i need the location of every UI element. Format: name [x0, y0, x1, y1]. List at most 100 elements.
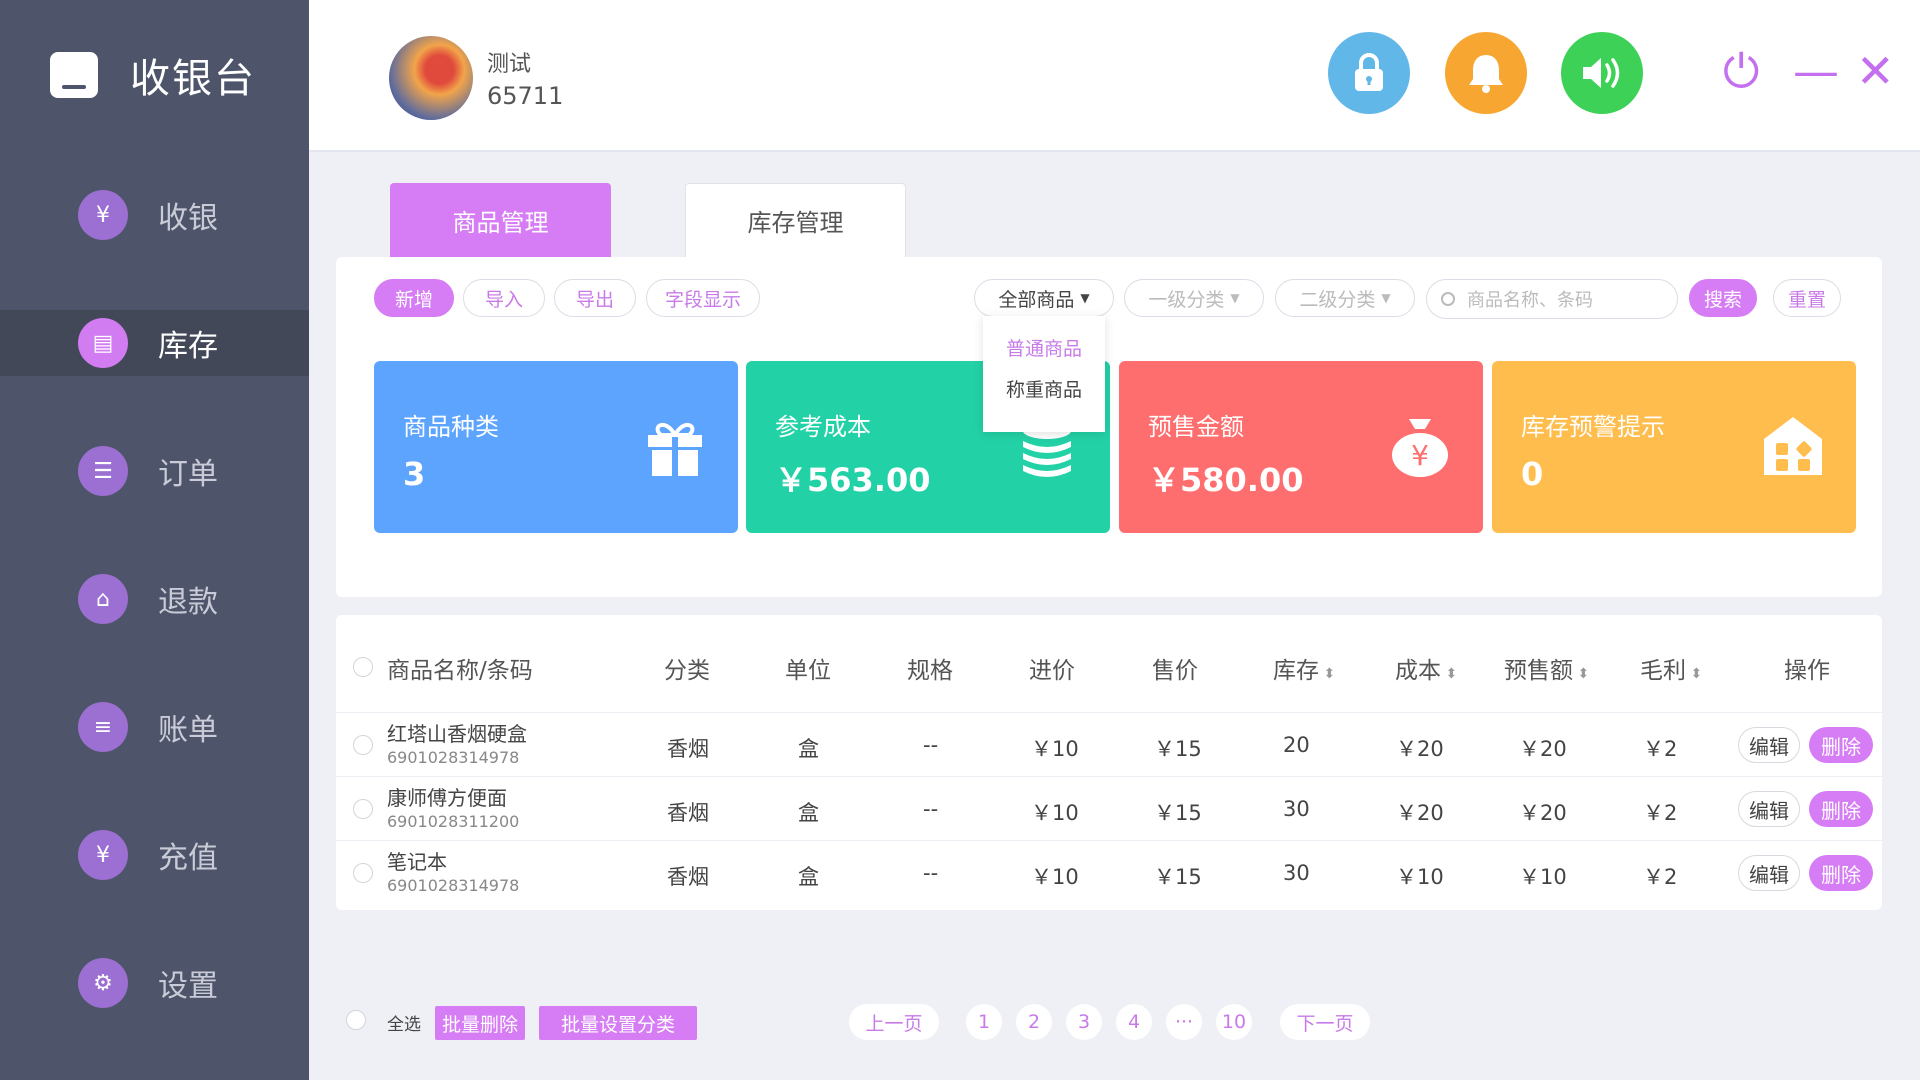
stat-label: 参考成本 — [775, 413, 871, 441]
tab-product-management[interactable]: 商品管理 — [390, 183, 611, 257]
brand: 收银台 — [50, 46, 256, 104]
clipboard-icon: ☰ — [78, 446, 128, 496]
page-button[interactable]: 2 — [1016, 1004, 1052, 1040]
col-header-profit[interactable]: 毛利 — [1640, 651, 1702, 685]
cell-presale: ￥20 — [1519, 801, 1567, 825]
export-button[interactable]: 导出 — [554, 279, 636, 317]
power-icon[interactable]: ⏻ — [1723, 44, 1759, 100]
cell-cost: ￥20 — [1396, 801, 1444, 825]
batch-delete-button[interactable]: 批量删除 — [435, 1006, 525, 1040]
sidebar-item-bills[interactable]: ≡ 账单 — [0, 694, 309, 760]
col-header-category: 分类 — [664, 658, 710, 684]
filter-cat2-label: 二级分类 — [1299, 288, 1376, 311]
sidebar-item-recharge[interactable]: ¥ 充值 — [0, 822, 309, 888]
sidebar-item-label: 库存 — [158, 329, 218, 364]
recharge-icon: ¥ — [78, 830, 128, 880]
delete-button[interactable]: 删除 — [1809, 855, 1873, 891]
page-button[interactable]: 1 — [966, 1004, 1002, 1040]
add-button[interactable]: 新增 — [374, 279, 454, 317]
row-checkbox[interactable] — [353, 735, 373, 755]
sidebar-item-label: 充值 — [158, 841, 218, 876]
product-name: 红塔山香烟硬盒 — [387, 722, 527, 746]
header-checkbox[interactable] — [353, 657, 373, 677]
svg-text:¥: ¥ — [1411, 439, 1429, 472]
filter-all-products[interactable]: 全部商品 ▼ — [974, 279, 1114, 317]
cell-stock: 20 — [1283, 733, 1310, 757]
filter-category-2[interactable]: 二级分类 ▼ — [1275, 279, 1415, 317]
stat-label: 商品种类 — [403, 413, 499, 441]
product-code: 6901028311200 — [387, 812, 520, 831]
table-row: 笔记本 6901028314978 香烟 盒 -- ￥10 ￥15 30 ￥10… — [336, 840, 1882, 904]
col-header-stock[interactable]: 库存 — [1273, 651, 1335, 685]
cell-spec: -- — [923, 733, 939, 757]
col-header-presale[interactable]: 预售额 — [1504, 651, 1589, 685]
dropdown-option-normal[interactable]: 普通商品 — [983, 334, 1105, 361]
sidebar-item-cashier[interactable]: ¥ 收银 — [0, 182, 309, 248]
header: 测试 65711 ⏻ — ✕ — [309, 0, 1920, 152]
speaker-icon — [1583, 58, 1620, 88]
search-input[interactable]: 商品名称、条码 — [1426, 279, 1678, 319]
stat-value: ￥563.00 — [775, 461, 931, 499]
col-header-sale-price: 售价 — [1152, 658, 1198, 684]
avatar[interactable] — [389, 36, 473, 120]
minimize-icon[interactable]: — — [1793, 44, 1839, 98]
cell-purchase-price: ￥10 — [1031, 801, 1079, 825]
prev-page-button[interactable]: 上一页 — [849, 1004, 939, 1040]
filter-all-label: 全部商品 — [998, 288, 1075, 311]
sidebar-item-inventory[interactable]: ▤ 库存 — [0, 310, 309, 376]
row-checkbox[interactable] — [353, 863, 373, 883]
select-all-label: 全选 — [387, 1015, 421, 1035]
filter-category-1[interactable]: 一级分类 ▼ — [1124, 279, 1264, 317]
notification-button[interactable] — [1445, 32, 1527, 114]
search-button[interactable]: 搜索 — [1689, 279, 1757, 317]
lock-button[interactable] — [1328, 32, 1410, 114]
money-bag-icon: ¥ — [1387, 413, 1453, 479]
sound-button[interactable] — [1561, 32, 1643, 114]
stat-value: ￥580.00 — [1148, 461, 1304, 499]
page-button[interactable]: 3 — [1066, 1004, 1102, 1040]
cell-sale-price: ￥15 — [1154, 737, 1202, 761]
reset-button[interactable]: 重置 — [1773, 279, 1841, 317]
edit-button[interactable]: 编辑 — [1738, 855, 1800, 891]
cell-stock: 30 — [1283, 861, 1310, 885]
batch-category-button[interactable]: 批量设置分类 — [539, 1006, 697, 1040]
page-button[interactable]: 10 — [1216, 1004, 1252, 1040]
stat-label: 库存预警提示 — [1521, 413, 1665, 441]
gift-icon — [642, 413, 708, 479]
cell-unit: 盒 — [798, 737, 819, 761]
page-ellipsis: ··· — [1166, 1004, 1202, 1040]
select-all-checkbox[interactable] — [346, 1010, 366, 1030]
sidebar-item-orders[interactable]: ☰ 订单 — [0, 438, 309, 504]
next-page-button[interactable]: 下一页 — [1280, 1004, 1370, 1040]
stat-label: 预售金额 — [1148, 413, 1244, 441]
sidebar-item-refund[interactable]: ⌂ 退款 — [0, 566, 309, 632]
stat-product-types: 商品种类 3 — [374, 361, 738, 533]
col-header-cost[interactable]: 成本 — [1395, 651, 1457, 685]
row-checkbox[interactable] — [353, 799, 373, 819]
refund-icon: ⌂ — [78, 574, 128, 624]
dropdown-option-weighed[interactable]: 称重商品 — [983, 375, 1105, 402]
app-title: 收银台 — [130, 56, 256, 102]
sidebar-item-settings[interactable]: ⚙ 设置 — [0, 950, 309, 1016]
tab-inventory-management[interactable]: 库存管理 — [685, 183, 906, 257]
edit-button[interactable]: 编辑 — [1738, 791, 1800, 827]
cell-sale-price: ￥15 — [1154, 865, 1202, 889]
product-code: 6901028314978 — [387, 748, 520, 767]
cell-profit: ￥2 — [1643, 801, 1678, 825]
user-id: 65711 — [487, 82, 564, 110]
field-display-button[interactable]: 字段显示 — [646, 279, 760, 317]
delete-button[interactable]: 删除 — [1809, 727, 1873, 763]
cell-category: 香烟 — [667, 737, 709, 761]
search-placeholder: 商品名称、条码 — [1467, 290, 1593, 311]
col-header-name: 商品名称/条码 — [387, 658, 533, 684]
close-icon[interactable]: ✕ — [1856, 44, 1895, 98]
stat-value: 3 — [403, 455, 426, 493]
box-icon: ▤ — [78, 318, 128, 368]
col-header-spec: 规格 — [907, 658, 953, 684]
cell-sale-price: ￥15 — [1154, 801, 1202, 825]
delete-button[interactable]: 删除 — [1809, 791, 1873, 827]
col-header-actions: 操作 — [1784, 658, 1830, 684]
edit-button[interactable]: 编辑 — [1738, 727, 1800, 763]
page-button[interactable]: 4 — [1116, 1004, 1152, 1040]
import-button[interactable]: 导入 — [463, 279, 545, 317]
